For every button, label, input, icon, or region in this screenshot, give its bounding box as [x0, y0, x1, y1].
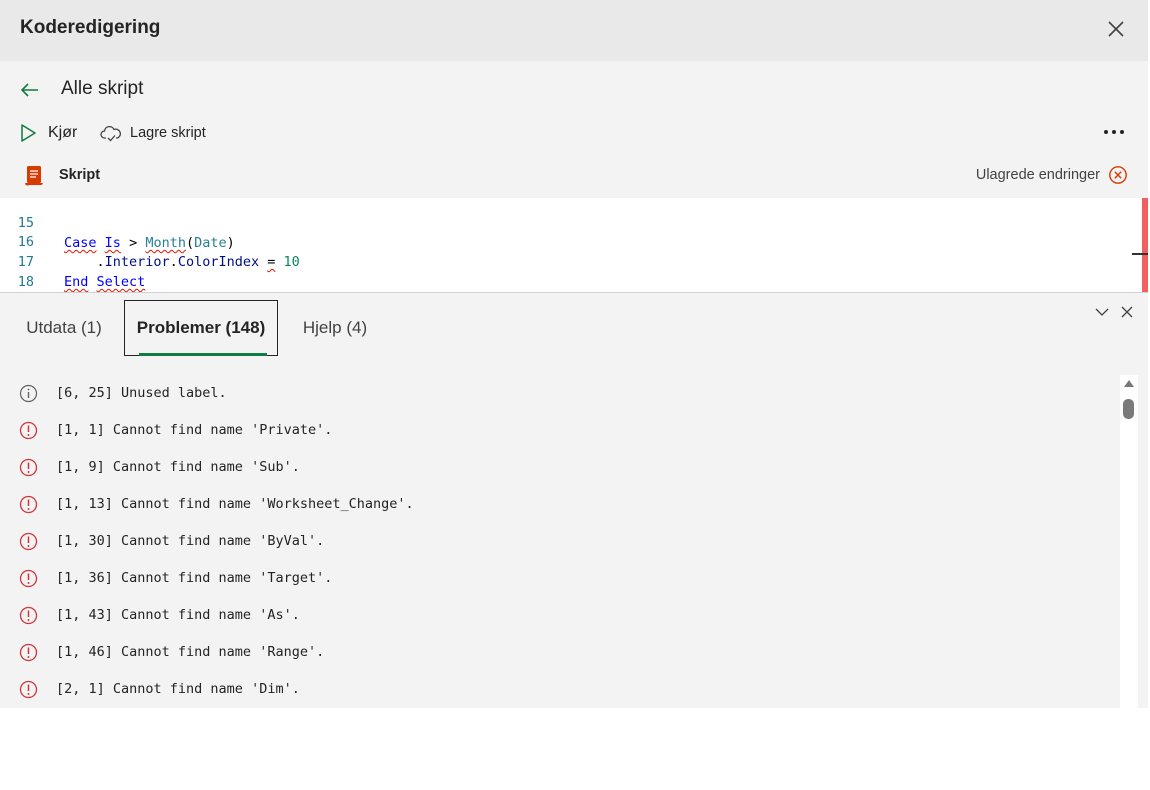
problem-text: [1, 1] Cannot find name 'Private'. [56, 422, 333, 438]
problem-text: [6, 25] Unused label. [56, 385, 227, 401]
play-icon [21, 124, 36, 142]
problem-item[interactable]: [6, 25] Unused label. [0, 375, 1110, 412]
run-button[interactable]: Kjør [18, 118, 77, 148]
chevron-down-icon[interactable] [1095, 305, 1109, 319]
error-icon [19, 495, 38, 514]
tab-problems-label: Problemer (148) [136, 318, 266, 337]
output-tabs: Utdata (1) Problemer (148) Hjelp (4) [0, 300, 1148, 358]
nav-bar: Alle skript [0, 72, 600, 108]
problems-scrollbar[interactable] [1120, 375, 1138, 708]
save-script-button[interactable]: Lagre skript [100, 118, 206, 148]
code-editor-panel: Koderedigering Alle skript Kjør Lagre sk… [0, 0, 1148, 708]
code-text: Case Is > Month(Date) [64, 235, 235, 251]
code-line: 17 End Select [0, 232, 146, 290]
problem-item[interactable]: [1, 1] Cannot find name 'Private'. [0, 412, 1110, 449]
title-bar: Koderedigering [0, 0, 1148, 61]
error-icon [19, 643, 38, 662]
cloud-save-icon [100, 125, 121, 142]
problem-item[interactable]: [1, 43] Cannot find name 'As'. [0, 597, 1110, 634]
tab-help[interactable]: Hjelp (4) [290, 300, 380, 356]
code-line: 18 Select Case Year(Range("L" & x)) [0, 252, 49, 290]
problems-list: [6, 25] Unused label. [1, 1] Cannot find… [0, 375, 1118, 708]
problem-item[interactable]: [1, 9] Cannot find name 'Sub'. [0, 449, 1110, 486]
save-label: Lagre skript [130, 125, 206, 141]
error-icon [19, 458, 38, 477]
unsaved-changes-text: Ulagrede endringer [975, 167, 1100, 183]
more-options-icon[interactable] [1100, 122, 1128, 142]
run-label: Kjør [48, 124, 78, 141]
error-icon [19, 606, 38, 625]
code-text: .Interior.ColorIndex = 10 [64, 254, 300, 270]
problem-text: [1, 13] Cannot find name 'Worksheet_Chan… [56, 496, 414, 512]
problem-text: [1, 9] Cannot find name 'Sub'. [56, 459, 300, 475]
scrollbar-thumb[interactable] [1123, 399, 1134, 419]
code-line: 15 Case Is > Month(Date) [0, 198, 235, 251]
script-icon [24, 165, 44, 192]
error-circle-icon [1109, 166, 1127, 184]
info-icon [19, 384, 38, 403]
problem-text: [1, 36] Cannot find name 'Target'. [56, 570, 333, 586]
editor-divider [0, 292, 1148, 293]
back-arrow-icon[interactable] [18, 78, 42, 102]
unsaved-changes-indicator: Ulagrede endringer [976, 165, 1128, 185]
overview-ruler-errors [1142, 198, 1148, 292]
close-icon[interactable] [1104, 17, 1128, 41]
error-icon [19, 532, 38, 551]
tab-problems[interactable]: Problemer (148) [124, 300, 278, 356]
problem-text: [1, 43] Cannot find name 'As'. [56, 607, 300, 623]
problem-item[interactable]: [2, 1] Cannot find name 'Dim'. [0, 671, 1110, 708]
active-tab-underline [139, 353, 267, 356]
problem-text: [2, 1] Cannot find name 'Dim'. [56, 681, 300, 697]
code-line: 19 Case Is > Year(Date) [0, 272, 49, 292]
panel-title: Koderedigering [20, 17, 161, 38]
code-line: 16 .Interior.ColorIndex = 10 [0, 212, 300, 270]
problem-item[interactable]: [1, 36] Cannot find name 'Target'. [0, 560, 1110, 597]
tab-output[interactable]: Utdata (1) [10, 300, 118, 356]
error-icon [19, 680, 38, 699]
problem-item[interactable]: [1, 46] Cannot find name 'Range'. [0, 634, 1110, 671]
script-label: Skript [59, 167, 101, 183]
script-header: Skript Ulagrede endringer [0, 160, 1148, 192]
problem-text: [1, 46] Cannot find name 'Range'. [56, 644, 325, 660]
overview-ruler-cursor [1132, 253, 1148, 255]
problem-item[interactable]: [1, 30] Cannot find name 'ByVal'. [0, 523, 1110, 560]
code-editor[interactable]: 15 Case Is > Month(Date) 16 .Interior.Co… [0, 198, 1148, 292]
close-pane-icon[interactable] [1120, 305, 1134, 319]
error-icon [19, 569, 38, 588]
problem-text: [1, 30] Cannot find name 'ByVal'. [56, 533, 325, 549]
scroll-up-arrow-icon[interactable] [1124, 380, 1134, 387]
code-text: End Select [64, 274, 146, 290]
nav-title: Alle skript [61, 78, 144, 99]
problem-item[interactable]: [1, 13] Cannot find name 'Worksheet_Chan… [0, 486, 1110, 523]
error-icon [19, 421, 38, 440]
toolbar: Kjør Lagre skript [0, 118, 1148, 148]
